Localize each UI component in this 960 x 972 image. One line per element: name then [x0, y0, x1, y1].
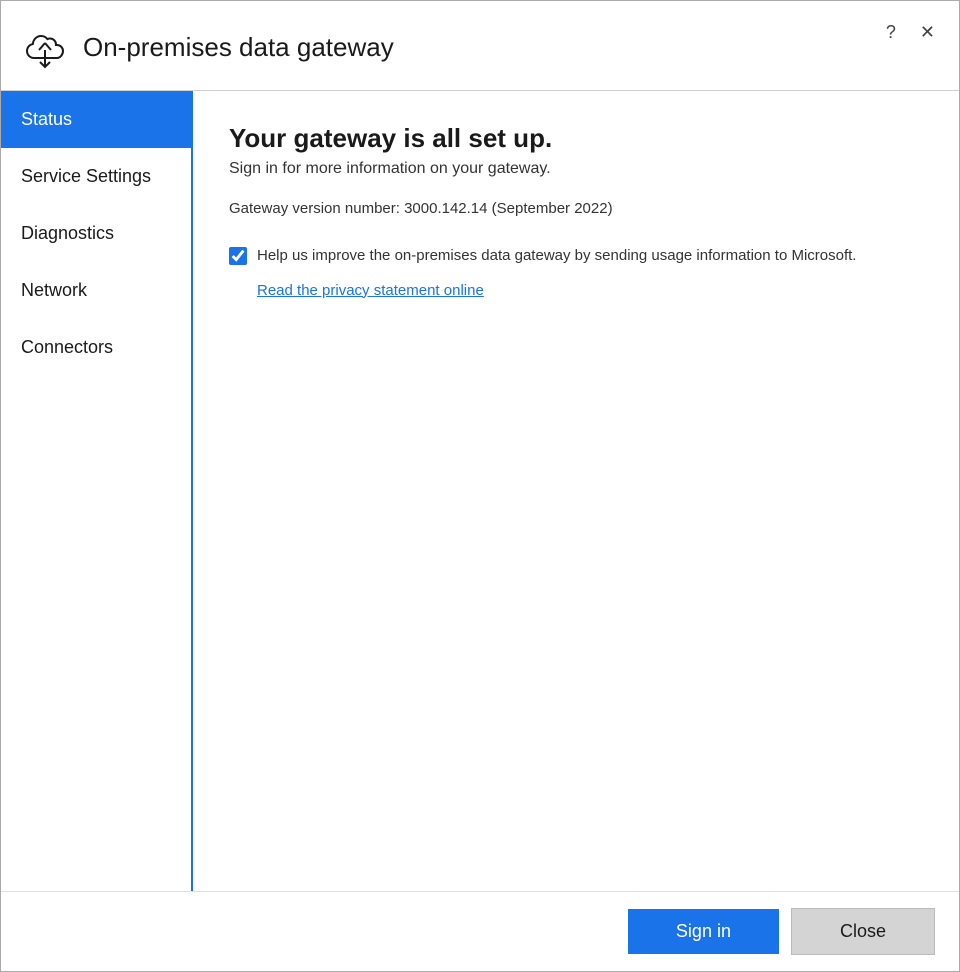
sidebar-item-network[interactable]: Network: [1, 262, 191, 319]
content-panel: Your gateway is all set up. Sign in for …: [193, 91, 959, 891]
title-bar-left: On-premises data gateway: [21, 24, 878, 72]
sidebar-item-diagnostics[interactable]: Diagnostics: [1, 205, 191, 262]
title-bar: On-premises data gateway ? ✕: [1, 1, 959, 91]
cloud-gateway-icon: [21, 24, 69, 72]
privacy-link[interactable]: Read the privacy statement online: [257, 282, 923, 299]
version-text: Gateway version number: 3000.142.14 (Sep…: [229, 200, 923, 217]
usage-checkbox-row: Help us improve the on-premises data gat…: [229, 245, 923, 268]
status-heading: Your gateway is all set up.: [229, 123, 923, 154]
footer: Sign in Close: [1, 891, 959, 971]
app-window: On-premises data gateway ? ✕ Status Serv…: [0, 0, 960, 972]
main-area: Status Service Settings Diagnostics Netw…: [1, 91, 959, 891]
sidebar-item-status[interactable]: Status: [1, 91, 191, 148]
status-subtext: Sign in for more information on your gat…: [229, 160, 923, 178]
sidebar: Status Service Settings Diagnostics Netw…: [1, 91, 193, 891]
title-bar-actions: ? ✕: [878, 17, 943, 45]
usage-checkbox[interactable]: [229, 247, 247, 265]
sign-in-button[interactable]: Sign in: [628, 909, 779, 954]
app-title: On-premises data gateway: [83, 32, 394, 63]
help-button[interactable]: ?: [878, 19, 904, 45]
close-button[interactable]: Close: [791, 908, 935, 955]
usage-checkbox-label: Help us improve the on-premises data gat…: [257, 245, 856, 268]
close-window-button[interactable]: ✕: [912, 19, 943, 45]
sidebar-item-connectors[interactable]: Connectors: [1, 319, 191, 376]
sidebar-item-service-settings[interactable]: Service Settings: [1, 148, 191, 205]
